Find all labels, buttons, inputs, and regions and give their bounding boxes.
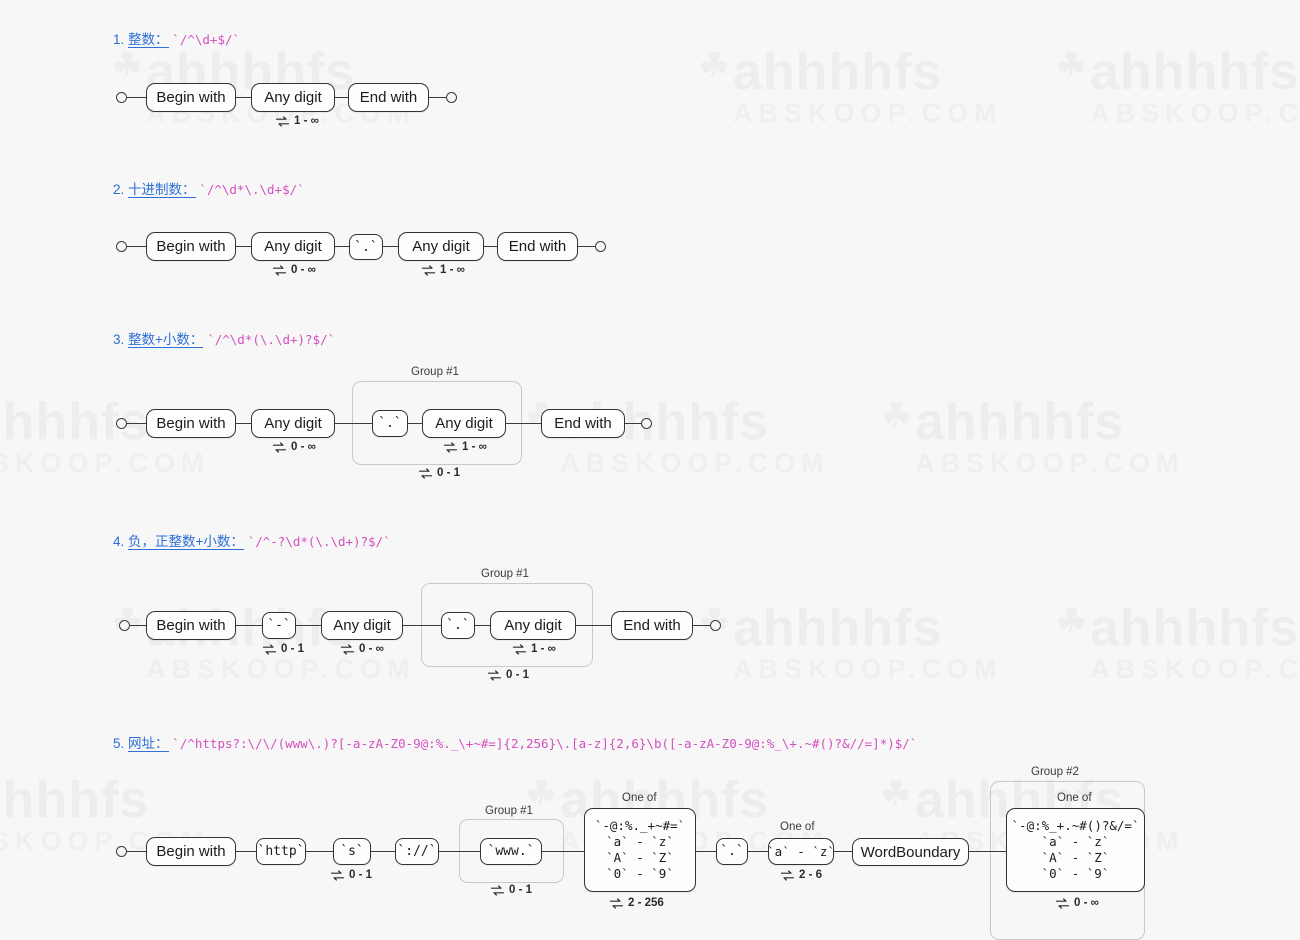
section-5-title: 5. 网址： `/^https?:\/\/(www\.)?[-a-zA-Z0-9… [113,735,917,753]
one-of-line: `a` - `z` [767,843,835,859]
one-of-label-path: One of [1057,792,1092,804]
node-one-of-path[interactable]: `-@:%_+.~#()?&/=` `a` - `z` `A` - `Z` `0… [1006,808,1145,892]
one-of-label-domain: One of [622,792,657,804]
loop-icon [490,884,505,896]
repeat-label: 0 - 1 [349,869,373,881]
repeat-one-of-tld: 2 - 6 [780,869,822,881]
one-of-line: `a` - `z` [1041,834,1110,849]
repeat-group-1: 0 - 1 [490,884,532,896]
repeat-label: 0 - ∞ [1074,897,1099,909]
wire [542,850,585,852]
node-one-of-tld[interactable]: `a` - `z` [767,838,835,865]
wire [127,850,148,852]
loop-icon [609,897,624,909]
section-5-number: 5. [113,736,125,751]
repeat-label: 2 - 6 [799,869,823,881]
wire [696,850,718,852]
one-of-line: `0` - `9` [606,866,674,881]
repeat-label: 2 - 256 [628,897,664,909]
repeat-one-of-domain: 2 - 256 [609,897,664,909]
start-endpoint [116,846,127,857]
repeat-label: 0 - 1 [509,884,533,896]
group-2-label: Group #2 [1031,766,1079,778]
node-begin-with[interactable]: Begin with [146,837,236,866]
repeat-literal-s: 0 - 1 [330,869,372,881]
wire [236,850,258,852]
one-of-line: `a` - `z` [606,834,674,849]
one-of-line: `-@:%_+.~#()?&/=` [1011,818,1140,833]
section-5-name: 网址： [128,736,169,752]
section-url: 5. 网址： `/^https?:\/\/(www\.)?[-a-zA-Z0-9… [0,0,1300,940]
group-1-label: Group #1 [485,805,533,817]
one-of-line: `-@:%._+~#=` [594,818,686,833]
node-literal-slashes[interactable]: `://` [395,838,439,865]
wire [439,850,481,852]
repeat-group-2: 0 - ∞ [1055,897,1099,909]
wire [306,850,334,852]
one-of-line: `0` - `9` [1041,866,1110,881]
node-literal-http[interactable]: `http` [256,838,306,865]
node-literal-www[interactable]: `www.` [480,838,542,865]
node-one-of-domain[interactable]: `-@:%._+~#=` `a` - `z` `A` - `Z` `0` - `… [584,808,696,892]
loop-icon [330,869,345,881]
one-of-line: `A` - `Z` [1041,850,1110,865]
loop-icon [1055,897,1070,909]
node-literal-s[interactable]: `s` [333,838,371,865]
one-of-label-tld: One of [780,821,815,833]
wire [371,850,396,852]
section-5-regex: `/^https?:\/\/(www\.)?[-a-zA-Z0-9@:%._\+… [172,736,918,751]
one-of-line: `A` - `Z` [606,850,674,865]
loop-icon [780,869,795,881]
node-literal-dot[interactable]: `.` [716,838,748,865]
node-word-boundary[interactable]: WordBoundary [852,838,969,866]
